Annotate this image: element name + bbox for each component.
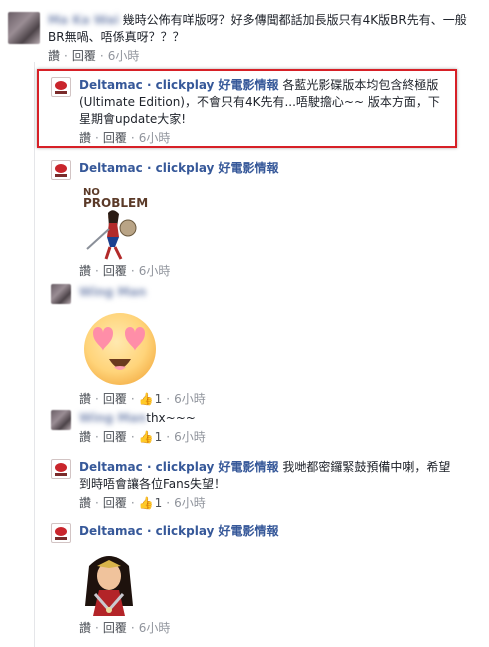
avatar[interactable] xyxy=(51,160,71,180)
comment-actions: 讚 · 回覆 · 6小時 xyxy=(48,48,140,65)
like-link[interactable]: 讚 xyxy=(79,620,91,637)
timestamp[interactable]: 6小時 xyxy=(108,48,140,65)
avatar[interactable] xyxy=(51,459,71,479)
like-count[interactable]: 1 xyxy=(155,495,163,512)
like-link[interactable]: 讚 xyxy=(79,391,91,408)
like-link[interactable]: 讚 xyxy=(79,130,91,147)
like-count[interactable]: 1 xyxy=(155,391,163,408)
avatar[interactable] xyxy=(51,77,71,97)
comment-text: thx~~~ xyxy=(146,411,196,425)
commenter-name[interactable]: Deltamac · clickplay 好電影情報 xyxy=(79,78,279,92)
reply-comment: Deltamac · clickplay 好電影情報 NO PROBLEM 讚 … xyxy=(51,160,451,280)
like-count[interactable]: 1 xyxy=(155,429,163,446)
timestamp[interactable]: 6小時 xyxy=(174,429,206,446)
like-link[interactable]: 讚 xyxy=(79,429,91,446)
avatar[interactable] xyxy=(51,523,71,543)
reply-link[interactable]: 回覆 xyxy=(103,130,127,147)
reply-comment: Deltamac · clickplay 好電影情報 讚 · 回覆 · 6小時 xyxy=(51,523,451,637)
timestamp[interactable]: 6小時 xyxy=(139,263,171,280)
reply-link[interactable]: 回覆 xyxy=(103,429,127,446)
reply-link[interactable]: 回覆 xyxy=(103,620,127,637)
avatar[interactable] xyxy=(8,12,40,44)
heart-eyes-emoji-icon xyxy=(84,313,156,385)
like-link[interactable]: 讚 xyxy=(48,48,60,65)
reply-thread-line xyxy=(34,62,35,647)
reply-comment: Wing Man 讚 · 回覆 · 👍 1 · 6小時 xyxy=(51,284,451,408)
commenter-name[interactable]: Deltamac · clickplay 好電影情報 xyxy=(79,460,279,474)
avatar[interactable] xyxy=(51,284,71,304)
thumbs-up-icon: 👍 xyxy=(138,430,154,444)
timestamp[interactable]: 6小時 xyxy=(139,130,171,147)
commenter-name[interactable]: Deltamac · clickplay 好電影情報 xyxy=(79,524,279,538)
reply-comment: Deltamac · clickplay 好電影情報 各藍光影碟版本均包含終極版… xyxy=(51,77,451,147)
comment-actions: 讚 · 回覆 · 👍 1 · 6小時 xyxy=(79,429,206,446)
sticker-text-2: PROBLEM xyxy=(83,196,148,210)
timestamp[interactable]: 6小時 xyxy=(139,620,171,637)
commenter-name[interactable]: Ma Ka Wai xyxy=(48,13,119,27)
no-problem-sticker: NO PROBLEM xyxy=(83,187,148,260)
reply-comment: Wing Manthx~~~ 讚 · 回覆 · 👍 1 · 6小時 xyxy=(51,410,451,446)
commenter-name[interactable]: Wing Man xyxy=(79,285,146,299)
timestamp[interactable]: 6小時 xyxy=(174,391,206,408)
thumbs-up-icon: 👍 xyxy=(138,392,154,406)
like-link[interactable]: 讚 xyxy=(79,263,91,280)
comment-actions: 讚 · 回覆 · 6小時 xyxy=(79,263,171,280)
comment-actions: 讚 · 回覆 · 👍 1 · 6小時 xyxy=(79,495,206,512)
comment-actions: 讚 · 回覆 · 6小時 xyxy=(79,130,171,147)
reply-link[interactable]: 回覆 xyxy=(103,263,127,280)
thumbs-up-icon: 👍 xyxy=(138,496,154,510)
comment-actions: 讚 · 回覆 · 6小時 xyxy=(79,620,171,637)
reply-comment: Deltamac · clickplay 好電影情報 我哋都密鑼緊鼓預備中喇，希… xyxy=(51,459,461,512)
reply-link[interactable]: 回覆 xyxy=(72,48,96,65)
wonder-woman-sticker xyxy=(85,556,133,616)
timestamp[interactable]: 6小時 xyxy=(174,495,206,512)
top-comment: Ma Ka Wai 幾時公佈有咩版呀？好多傳聞都話加長版只有4K版BR先有、一般… xyxy=(8,12,478,65)
commenter-name[interactable]: Wing Man xyxy=(79,411,146,425)
avatar[interactable] xyxy=(51,410,71,430)
reply-link[interactable]: 回覆 xyxy=(103,391,127,408)
like-link[interactable]: 讚 xyxy=(79,495,91,512)
comment-actions: 讚 · 回覆 · 👍 1 · 6小時 xyxy=(79,391,206,408)
commenter-name[interactable]: Deltamac · clickplay 好電影情報 xyxy=(79,161,279,175)
reply-link[interactable]: 回覆 xyxy=(103,495,127,512)
